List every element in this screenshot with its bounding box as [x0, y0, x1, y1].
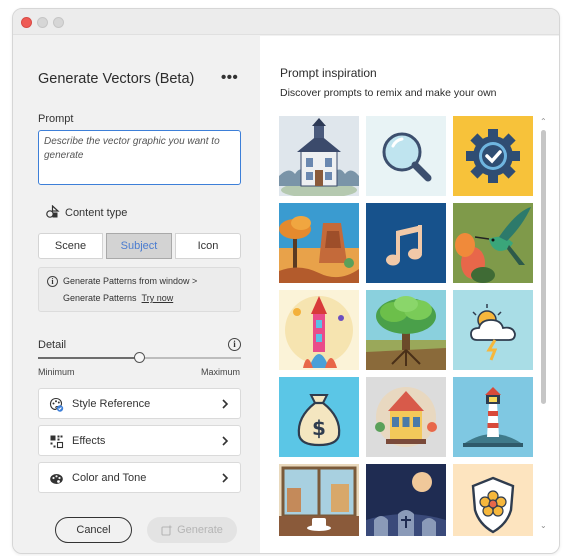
chevron-right-icon	[222, 436, 229, 446]
scroll-up-icon[interactable]: ⌃	[540, 118, 547, 126]
detail-info-icon[interactable]: i	[228, 338, 241, 351]
try-now-link[interactable]: Try now	[142, 293, 174, 303]
shield-flower-image	[453, 464, 533, 536]
effects-label: Effects	[72, 435, 106, 447]
thumb-tree[interactable]	[366, 290, 446, 370]
detail-min-label: Minimum	[38, 367, 75, 377]
inspiration-subtitle: Discover prompts to remix and make your …	[280, 87, 497, 99]
content-type-label: Content type	[65, 207, 128, 219]
thumb-graveyard[interactable]	[366, 464, 446, 536]
thumb-victorian-house[interactable]	[279, 116, 359, 196]
content-type-scene-button[interactable]: Scene	[38, 233, 103, 259]
prompt-input[interactable]	[38, 130, 241, 185]
rocket-tower-image	[279, 290, 359, 370]
effects-section[interactable]: Effects	[38, 425, 241, 456]
settings-panel: Generate Vectors (Beta) ••• Prompt Conte…	[13, 36, 260, 553]
more-icon[interactable]: •••	[221, 69, 238, 86]
thumb-shield-flower[interactable]	[453, 464, 533, 536]
victorian-house-image	[279, 116, 359, 196]
content-type-icon-button[interactable]: Icon	[175, 233, 241, 259]
generate-vectors-window: Generate Vectors (Beta) ••• Prompt Conte…	[12, 8, 560, 554]
style-reference-label: Style Reference	[72, 398, 151, 410]
generate-icon	[161, 524, 173, 536]
info-text-line2: Generate Patterns Try now	[63, 293, 173, 303]
cancel-button[interactable]: Cancel	[55, 517, 132, 543]
detail-max-label: Maximum	[201, 367, 241, 377]
thumb-rocket-tower[interactable]	[279, 290, 359, 370]
thumb-carousel[interactable]	[366, 377, 446, 457]
gear-check-image	[453, 116, 533, 196]
info-text-line1: Generate Patterns from window >	[63, 276, 198, 286]
money-bag-image: $	[279, 377, 359, 457]
style-reference-section[interactable]: Style Reference	[38, 388, 241, 419]
detail-slider-thumb[interactable]	[134, 352, 145, 363]
svg-text:$: $	[312, 416, 326, 440]
thumb-cafe-window[interactable]	[279, 464, 359, 536]
content-type-icon	[46, 205, 60, 218]
cafe-window-image	[279, 464, 359, 536]
generate-patterns-info: i Generate Patterns from window > Genera…	[38, 267, 241, 312]
music-note-image	[366, 203, 446, 283]
thumb-lighthouse[interactable]	[453, 377, 533, 457]
magnifier-image	[366, 116, 446, 196]
effects-icon	[50, 435, 64, 449]
chevron-right-icon	[222, 473, 229, 483]
scroll-down-icon[interactable]: ⌄	[540, 522, 547, 530]
inspiration-scrollbar[interactable]: ⌃ ⌄	[540, 118, 548, 536]
tree-image	[366, 290, 446, 370]
prompt-label: Prompt	[38, 113, 74, 125]
content-type-subject-button[interactable]: Subject	[106, 233, 172, 259]
color-and-tone-label: Color and Tone	[72, 472, 147, 484]
inspiration-title: Prompt inspiration	[280, 66, 377, 80]
panel-title: Generate Vectors (Beta)	[38, 71, 195, 87]
thumb-magnifier[interactable]	[366, 116, 446, 196]
inspiration-grid: $	[279, 116, 551, 536]
weather-cloud-image	[453, 290, 533, 370]
lighthouse-image	[453, 377, 533, 457]
thumb-hummingbird[interactable]	[453, 203, 533, 283]
title-bar	[13, 9, 559, 35]
generate-button[interactable]: Generate	[147, 517, 237, 543]
inspiration-panel: Prompt inspiration Discover prompts to r…	[260, 36, 559, 553]
hummingbird-image	[453, 203, 533, 283]
thumb-music-note[interactable]	[366, 203, 446, 283]
thumb-gear-check[interactable]	[453, 116, 533, 196]
carousel-image	[366, 377, 446, 457]
minimize-window-button[interactable]	[37, 17, 48, 28]
color-and-tone-section[interactable]: Color and Tone	[38, 462, 241, 493]
detail-slider-fill	[38, 357, 140, 359]
generate-label: Generate	[177, 524, 223, 536]
close-window-button[interactable]	[21, 17, 32, 28]
zoom-window-button[interactable]	[53, 17, 64, 28]
thumb-weather-cloud[interactable]	[453, 290, 533, 370]
style-reference-icon	[49, 397, 64, 412]
detail-label: Detail	[38, 339, 67, 351]
scroll-thumb[interactable]	[541, 130, 546, 404]
info-text-line2-label: Generate Patterns	[63, 293, 137, 303]
chevron-right-icon	[222, 399, 229, 409]
color-and-tone-icon	[50, 474, 63, 484]
graveyard-image	[366, 464, 446, 536]
thumb-desert-canyon[interactable]	[279, 203, 359, 283]
desert-canyon-image	[279, 203, 359, 283]
thumb-money-bag[interactable]: $	[279, 377, 359, 457]
info-icon: i	[47, 276, 58, 287]
